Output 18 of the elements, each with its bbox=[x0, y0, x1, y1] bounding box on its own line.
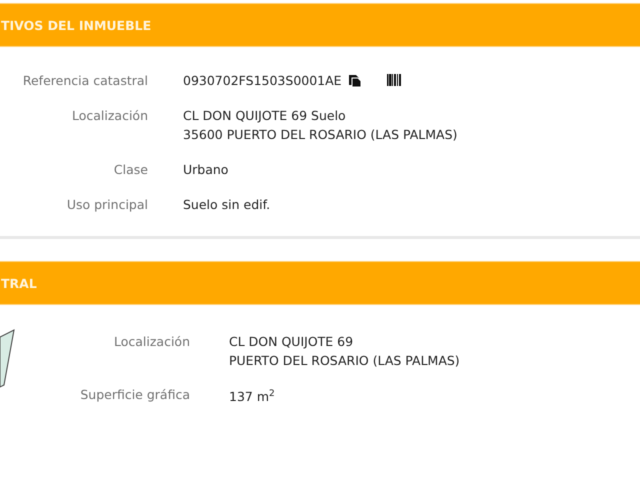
field-label: Localización bbox=[72, 107, 148, 125]
field-label: Localización bbox=[114, 333, 190, 351]
section-title: TIVOS DEL INMUEBLE bbox=[1, 18, 152, 32]
field-label: Referencia catastral bbox=[22, 72, 148, 90]
field-value: CL DON QUIJOTE 69 bbox=[229, 333, 354, 351]
field-value: CL DON QUIJOTE 69 Suelo bbox=[183, 107, 346, 125]
field-value: Suelo sin edif. bbox=[183, 196, 270, 214]
field-value: Urbano bbox=[183, 161, 228, 179]
field-label: Clase bbox=[114, 161, 148, 179]
copy-icon[interactable] bbox=[348, 74, 362, 88]
barcode-icon[interactable] bbox=[386, 74, 402, 88]
field-value: PUERTO DEL ROSARIO (LAS PALMAS) bbox=[229, 352, 460, 370]
field-value: 137 m$^{2}$ bbox=[229, 388, 275, 406]
field-label: Superficie gráfica bbox=[80, 386, 190, 404]
field-label: Uso principal bbox=[66, 196, 148, 214]
section-title: TRAL bbox=[1, 276, 37, 290]
field-value: 35600 PUERTO DEL ROSARIO (LAS PALMAS) bbox=[183, 126, 458, 144]
field-value: 0930702FS1503S0001AE bbox=[183, 72, 342, 90]
